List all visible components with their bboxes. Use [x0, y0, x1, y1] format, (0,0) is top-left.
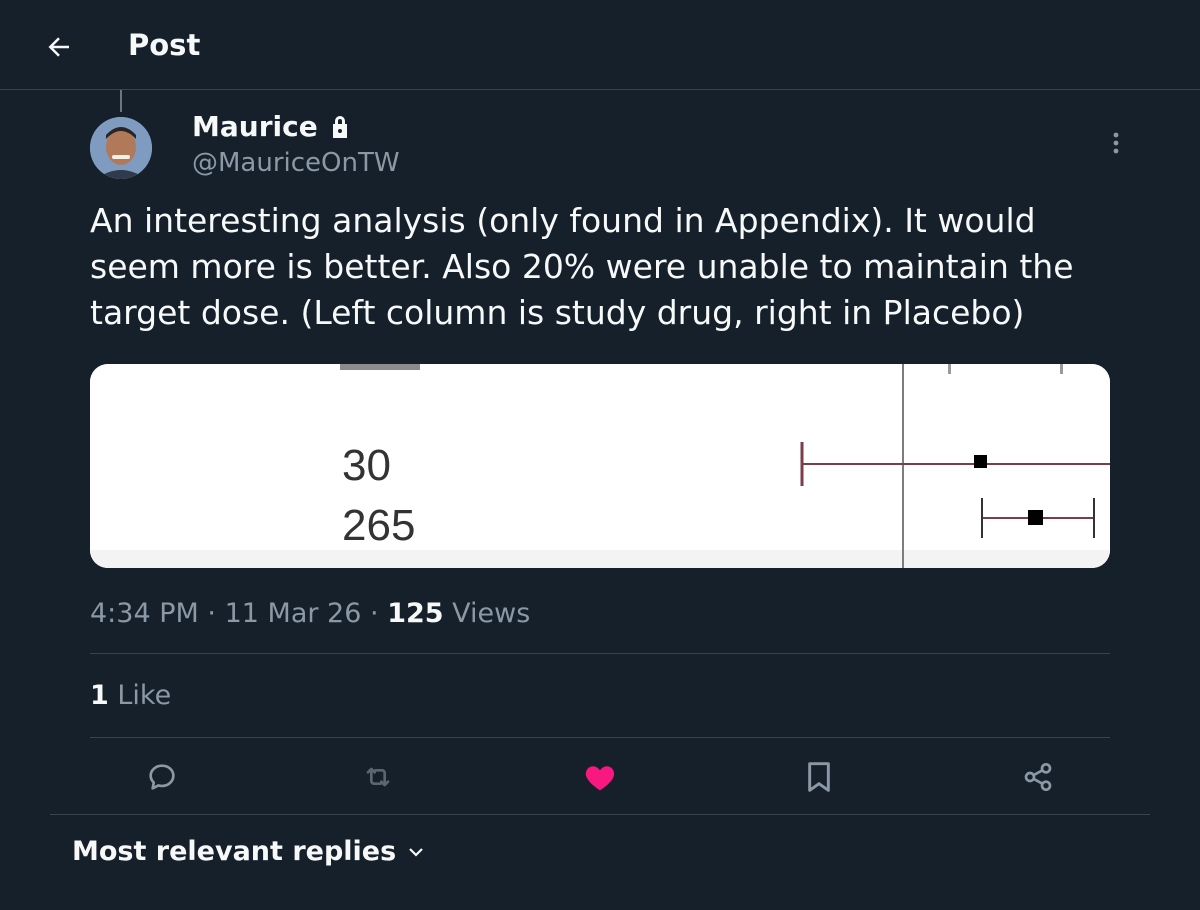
replies-sort-dropdown[interactable]: Most relevant replies [72, 836, 424, 867]
meta-separator: · [207, 598, 216, 629]
views-label: Views [452, 598, 531, 629]
back-button[interactable] [36, 24, 82, 70]
point-estimate-2 [1028, 510, 1043, 525]
point-estimate-1 [974, 455, 987, 468]
likes-label: Like [117, 680, 172, 711]
arrow-left-icon [48, 37, 69, 57]
likes-summary[interactable]: 1 Like [90, 680, 171, 711]
post-image[interactable]: 30 265 [90, 364, 1110, 568]
chevron-down-icon [409, 847, 423, 857]
forest-plot-image: 30 265 [90, 364, 1110, 568]
post-date[interactable]: 11 Mar 26 [225, 598, 362, 629]
author-name[interactable]: Maurice [192, 110, 318, 143]
thread-connector-line [120, 90, 122, 112]
plot-value-2: 265 [342, 501, 415, 550]
divider [90, 653, 1110, 654]
like-button[interactable] [573, 752, 627, 802]
likes-count: 1 [90, 680, 109, 711]
lock-icon [332, 115, 347, 138]
plot-value-1: 30 [342, 441, 391, 490]
post-meta: 4:34 PM · 11 Mar 26 · 125 Views [90, 598, 530, 629]
avatar[interactable] [90, 117, 152, 179]
bookmark-icon [808, 762, 830, 792]
meta-separator: · [370, 598, 379, 629]
divider [50, 814, 1150, 815]
views-count: 125 [387, 598, 444, 629]
reply-button[interactable] [135, 752, 189, 802]
divider [90, 737, 1110, 738]
bookmark-button[interactable] [792, 752, 846, 802]
share-icon [1024, 763, 1052, 791]
top-bar: Post [0, 0, 1200, 90]
share-button[interactable] [1011, 752, 1065, 802]
repost-button[interactable] [351, 752, 405, 802]
repost-icon [366, 767, 390, 787]
header-divider [0, 89, 1200, 90]
page-title: Post [128, 28, 201, 62]
more-vertical-icon [1113, 132, 1119, 154]
post-time[interactable]: 4:34 PM [90, 598, 199, 629]
avatar-image [90, 117, 152, 179]
more-options-button[interactable] [1100, 126, 1132, 160]
author-handle[interactable]: @MauriceOnTW [192, 148, 400, 178]
heart-filled-icon [585, 766, 615, 791]
post-text: An interesting analysis (only found in A… [90, 201, 1074, 332]
author-name-row[interactable]: Maurice [192, 110, 352, 143]
replies-sort-label: Most relevant replies [72, 836, 397, 867]
reply-icon [149, 764, 175, 790]
